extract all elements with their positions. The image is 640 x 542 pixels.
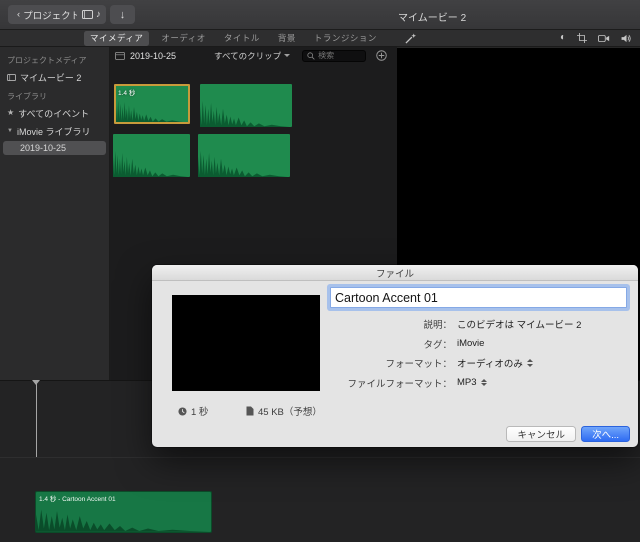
export-form: 説明： このビデオは マイムービー 2 タグ： iMovie フォーマット： オ… — [330, 317, 581, 390]
cancel-button[interactable]: キャンセル — [506, 426, 576, 442]
waveform — [198, 150, 290, 177]
sidebar-item-label: 2019-10-25 — [20, 143, 67, 153]
projects-back-label: プロジェクト — [23, 10, 81, 22]
tags-value: iMovie — [457, 338, 485, 349]
clip-filter-label: すべてのクリップ — [214, 50, 282, 61]
chevron-left-icon: ‹ — [17, 9, 21, 20]
dialog-titlebar[interactable]: ファイル — [152, 265, 638, 281]
sidebar-item-imovie-library[interactable]: ▼ iMovie ライブラリ — [0, 122, 109, 140]
music-note-icon: ♪ — [96, 9, 101, 20]
viewer-controls: ◐ — [397, 30, 640, 47]
playhead[interactable] — [32, 380, 40, 457]
tab-transitions[interactable]: トランジション — [308, 31, 383, 46]
next-button[interactable]: 次へ... — [581, 426, 630, 442]
film-icon — [82, 10, 94, 19]
window-title: マイムービー 2 — [398, 13, 467, 24]
sidebar-item-my-movie[interactable]: マイムービー 2 — [0, 68, 109, 86]
document-icon — [246, 406, 254, 416]
plus-icon — [376, 50, 387, 61]
clock-icon — [178, 406, 187, 416]
clip-appearance-button[interactable] — [115, 51, 125, 60]
media-library-button[interactable]: ♪ — [77, 5, 106, 24]
enhance-button[interactable] — [405, 32, 416, 44]
tab-backgrounds[interactable]: 背景 — [272, 31, 302, 46]
waveform — [200, 100, 292, 127]
waveform — [36, 509, 211, 532]
sidebar-item-all-events[interactable]: ★ すべてのイベント — [0, 104, 109, 122]
format-popup[interactable]: オーディオのみ — [457, 356, 581, 370]
color-correction-button[interactable]: ◐ — [560, 33, 566, 43]
dialog-title: ファイル — [375, 268, 414, 280]
camera-icon — [598, 34, 610, 42]
stepper-icon — [526, 359, 533, 367]
track-divider — [0, 457, 640, 458]
sidebar: プロジェクトメディア マイムービー 2 ライブラリ ★ すべてのイベント ▼ i… — [0, 47, 110, 380]
toolbar: ‹ プロジェクト ♪ ↓ マイムービー 2 — [0, 0, 640, 30]
audio-clip-2[interactable] — [200, 84, 292, 127]
playhead-handle-icon — [32, 380, 40, 385]
stepper-icon — [480, 378, 487, 387]
file-format-label: ファイルフォーマット： — [347, 378, 452, 390]
browser-header: 2019-10-25 すべてのクリップ — [110, 47, 397, 64]
description-value: このビデオは マイムービー 2 — [457, 320, 582, 331]
tab-my-media[interactable]: マイメディア — [84, 30, 150, 46]
audio-clip-3[interactable] — [113, 134, 190, 177]
film-icon — [7, 73, 16, 81]
tags-label: タグ： — [423, 339, 452, 351]
chevron-down-icon — [284, 54, 291, 57]
filesize-info: 45 KB（予想） — [246, 404, 322, 418]
timeline-audio-clip[interactable]: 1.4 秒 - Cartoon Accent 01 — [35, 491, 212, 533]
audio-clip-1[interactable]: 1.4 秒 — [114, 84, 190, 124]
file-format-popup[interactable]: MP3 — [457, 377, 581, 388]
media-tabbar: マイメディア オーディオ タイトル 背景 トランジション — [0, 30, 397, 47]
tab-titles[interactable]: タイトル — [218, 31, 266, 46]
crop-icon — [577, 33, 587, 43]
speaker-icon — [621, 34, 631, 42]
sidebar-section-library: ライブラリ — [7, 92, 47, 101]
sidebar-item-event-2019-10-25[interactable]: 2019-10-25 — [3, 141, 106, 155]
event-title: 2019-10-25 — [130, 50, 177, 61]
volume-button[interactable] — [621, 34, 632, 43]
clip-duration-badge: 1.4 秒 — [118, 90, 136, 97]
tab-audio[interactable]: オーディオ — [155, 31, 211, 46]
audio-clip-4[interactable] — [198, 134, 290, 177]
clip-filter-dropdown[interactable]: すべてのクリップ — [214, 50, 291, 62]
export-preview-thumbnail — [172, 295, 320, 391]
star-icon: ★ — [7, 108, 15, 117]
waveform — [113, 150, 190, 177]
format-label: フォーマット： — [385, 359, 452, 370]
viewer-tools: ◐ — [560, 33, 632, 43]
disclosure-triangle-icon: ▼ — [7, 128, 13, 134]
search-icon — [307, 51, 315, 60]
clip-appearance-icon — [115, 51, 125, 60]
waveform — [116, 99, 188, 122]
search-field — [302, 49, 367, 62]
import-button[interactable]: ↓ — [110, 5, 135, 24]
duration-info: 1 秒 — [178, 404, 208, 418]
sidebar-item-label: iMovie ライブラリ — [16, 126, 91, 137]
sidebar-item-label: マイムービー 2 — [20, 72, 82, 83]
sidebar-section-project-media: プロジェクトメディア — [7, 56, 87, 65]
format-value: オーディオのみ — [457, 359, 523, 370]
timeline-clip-label: 1.4 秒 - Cartoon Accent 01 — [39, 496, 116, 503]
imovie-window: { "window": { "title": "マイムービー 2" }, "to… — [0, 0, 640, 542]
filename-input[interactable] — [330, 287, 627, 308]
search-input[interactable] — [318, 51, 362, 60]
add-media-button[interactable] — [376, 50, 387, 61]
download-arrow-icon: ↓ — [119, 8, 126, 21]
sidebar-item-label: すべてのイベント — [18, 108, 90, 119]
file-format-value: MP3 — [457, 377, 477, 388]
magic-wand-icon — [405, 32, 416, 44]
stabilization-button[interactable] — [598, 34, 610, 43]
filesize-value: 45 KB（予想） — [258, 407, 322, 418]
crop-button[interactable] — [577, 33, 587, 43]
description-label: 説明： — [423, 320, 452, 331]
export-dialog: ファイル 説明： このビデオは マイムービー 2 タグ： iMovie フォーマ… — [152, 265, 638, 447]
duration-value: 1 秒 — [191, 407, 209, 418]
color-wheel-icon: ◐ — [559, 32, 566, 43]
